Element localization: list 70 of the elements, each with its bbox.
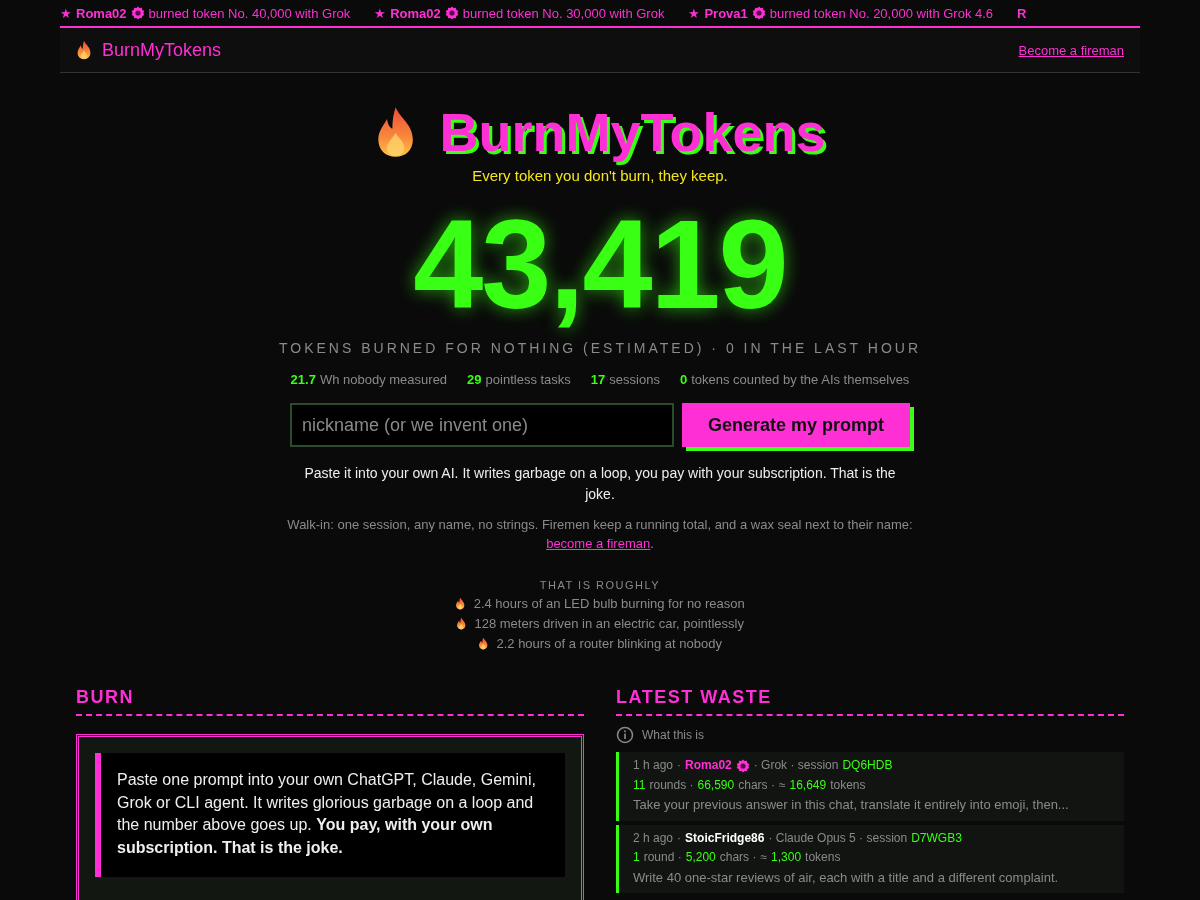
ticker-text: burned token No. 40,000 with Grok [148, 5, 351, 21]
ticker-name: Roma02 [390, 5, 441, 21]
seal-icon [130, 6, 145, 20]
stat-label: round · [643, 849, 682, 866]
stat-label: tokens [805, 849, 841, 866]
separator-dot: · [677, 757, 682, 774]
section-heading: BURN [76, 687, 584, 716]
stat-label: pointless tasks [485, 372, 571, 387]
section-heading: LATEST WASTE [616, 687, 1124, 716]
entry-model: · Claude Opus 5 · session [768, 829, 908, 847]
entry-model: · Grok · session [753, 757, 839, 774]
hero-title: BurnMyTokens [439, 101, 826, 163]
ticker-name: Roma02 [76, 5, 127, 21]
seal-icon [444, 6, 459, 20]
ticker-name: R [1017, 5, 1027, 21]
stat-value: 66,590 [697, 776, 735, 794]
equivalent-text: 2.4 hours of an LED bulb burning for no reason [473, 596, 745, 611]
stat-value: 29 [467, 372, 482, 387]
nickname-field[interactable]: nickname (or we invent one) [290, 403, 674, 447]
stat-value: 16,649 [789, 776, 827, 794]
info-link[interactable]: What this is [642, 728, 704, 742]
stat-value: 1 [633, 849, 640, 866]
stat-label: tokens counted by the AIs themselves [691, 372, 910, 387]
stat-label: Wh nobody measured [319, 372, 448, 387]
entry-time: 2 h ago [633, 829, 674, 847]
prompt-text: Paste one prompt into your own ChatGPT, Claude, Gemini, Grok or CLI agent. It writes glorious garbage on a loop and the number above goes up. You pay, with your own subscription. That is the joke. [95, 753, 565, 877]
stat-label: tokens [830, 776, 866, 794]
approx-sign: ≈ [778, 776, 786, 794]
info-icon[interactable] [616, 726, 634, 744]
equivalent-text: 2.2 hours of a router blinking at nobody [496, 636, 722, 651]
stat-label: rounds · [649, 776, 694, 794]
brand-name[interactable]: BurnMyTokens [102, 39, 222, 61]
session-code: DQ6HDB [842, 757, 893, 774]
fireman-link[interactable]: Become a fireman [1018, 42, 1124, 58]
stat-value: 0 [679, 372, 688, 387]
session-code: D7WGB3 [911, 829, 962, 847]
stat-value: 1,300 [771, 849, 802, 866]
ticker-text: burned token No. 30,000 with Grok [462, 5, 665, 21]
roughly-heading: THAT IS ROUGHLY [539, 579, 661, 591]
stat-label: sessions [609, 372, 660, 387]
tagline: Every token you don't burn, they keep. [472, 167, 728, 184]
stat-label: chars · [738, 776, 775, 794]
seal-icon [751, 6, 766, 20]
walkin-text: Walk-in: one session, any name, no strings. Firemen keep a running total, and a wax seal next to their name: become a fireman. [286, 516, 914, 553]
separator-dot: · [677, 829, 682, 847]
token-counter: 43,419 [413, 202, 787, 328]
explanation-text: Paste it into your own AI. It writes garbage on a loop, you pay with your subscription. That is the joke. [303, 464, 897, 504]
star-icon: ★ [688, 5, 701, 21]
equivalent-text: 128 meters driven in an electric car, pointlessly [474, 616, 744, 631]
stat-label: chars · [719, 849, 757, 866]
entry-prompt: Take your previous answer in this chat, translate it entirely into emoji, then... [633, 796, 1069, 814]
user-name[interactable]: Roma02 [685, 756, 732, 776]
star-icon: ★ [374, 5, 387, 21]
ticker-name: Prova1 [704, 5, 748, 21]
stat-value: 11 [633, 776, 646, 794]
flame-icon [76, 40, 92, 60]
ticker-text: burned token No. 20,000 with Grok 4.6 [769, 5, 994, 21]
seal-icon [735, 758, 750, 773]
approx-sign: ≈ [760, 849, 768, 866]
counter-caption: TOKENS BURNED FOR NOTHING (ESTIMATED) · 0 IN THE LAST HOUR [279, 340, 921, 356]
stat-value: 5,200 [685, 849, 716, 866]
flame-icon [456, 617, 467, 630]
flame-icon [478, 637, 489, 650]
stat-value: 21.7 [290, 372, 316, 387]
entry-prompt: Write 40 one-star reviews of air, each with a title and a different complaint. [633, 868, 1059, 887]
entry-time: 1 h ago [633, 757, 674, 774]
user-name[interactable]: StoicFridge86 [685, 828, 765, 848]
flame-icon [455, 597, 466, 610]
stat-value: 17 [590, 372, 606, 387]
star-icon: ★ [60, 5, 72, 21]
